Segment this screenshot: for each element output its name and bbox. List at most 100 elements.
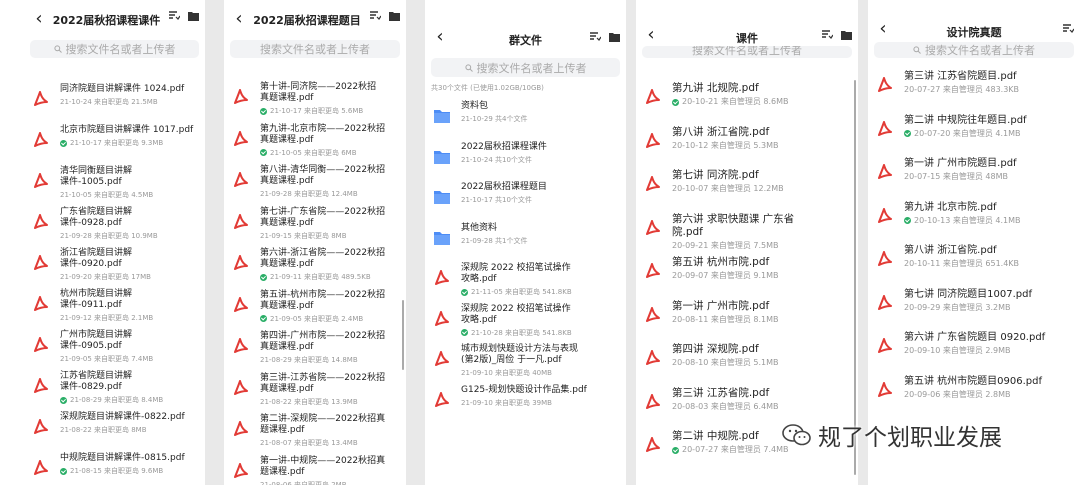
file-meta: 20-10-21 来自管理员 8.6MB [672,97,858,107]
file-row[interactable]: 第九讲-北京市院——2022秋招 真题课程.pdf 21-10-05 来自职更岛 … [224,124,406,158]
file-row[interactable]: 第十讲-同济院——2022秋招 真题课程.pdf 21-10-17 来自职更岛 5… [224,82,406,116]
folder-row[interactable]: 其他资料 21-09-28 共1个文件 [425,223,626,249]
file-name: 第四讲-广州市院——2022秋招 真题课程.pdf [260,331,386,352]
file-row[interactable]: 清华同衡题目讲解 课件-1005.pdf 21-10-05 来自职更岛 4.5MB [24,166,205,200]
file-meta-text: 21-08-29 来自职更岛 14.8MB [260,356,358,364]
file-row[interactable]: G125-规划快题设计作品集.pdf 21-09-10 来自职更岛 39MB [425,385,626,411]
file-meta-text: 20-09-21 来自管理员 7.5MB [672,240,779,250]
file-row[interactable]: 中规院题目讲解课件-0815.pdf 21-08-15 来自职更岛 9.6MB [24,453,205,479]
sort-icon[interactable] [1062,24,1074,34]
file-row[interactable]: 第六讲-浙江省院——2022秋招 真题课程.pdf 21-09-11 来自职更岛 … [224,248,406,282]
folder-icon[interactable] [188,11,199,21]
file-row[interactable]: 第三讲 江苏省院题目.pdf 20-07-27 来自管理员 483.3KB [868,70,1080,96]
search-input[interactable]: 搜索文件名或者上传者 [431,58,620,77]
scrollbar[interactable] [854,80,856,475]
file-row[interactable]: 第五讲-杭州市院——2022秋招 真题课程.pdf 21-09-05 来自职更岛 … [224,290,406,324]
file-meta-text: 21-09-28 来自职更岛 10.9MB [60,232,158,240]
file-row[interactable]: 深规院题目讲解课件-0822.pdf 21-08-22 来自职更岛 8MB [24,412,205,438]
file-text: 广州市院题目讲解 课件-0905.pdf 21-09-05 来自职更岛 7.4MB [60,330,205,364]
file-row[interactable]: 第四讲-广州市院——2022秋招 真题课程.pdf 21-08-29 来自职更岛 … [224,331,406,365]
file-meta: 21-09-15 来自职更岛 8MB [260,231,406,241]
file-meta-text: 21-08-06 来自职更岛 2MB [260,480,347,485]
file-row[interactable]: 第九讲 北京市院.pdf 20-10-13 来自管理员 4.1MB [868,201,1080,227]
file-row[interactable]: 第六讲 求职快题课 广东省 院.pdf 20-09-21 来自管理员 7.5MB [636,213,858,251]
file-row[interactable]: 第八讲 浙江省院.pdf 20-10-12 来自管理员 5.3MB [636,126,858,152]
file-meta: 20-09-06 来自管理员 2.8MB [904,390,1080,400]
file-row[interactable]: 第二讲 中规院往年题目.pdf 20-07-20 来自管理员 4.1MB [868,114,1080,140]
folder-icon[interactable] [389,11,400,21]
file-meta-text: 20-08-10 来自管理员 5.1MB [672,358,779,367]
file-type-icon [30,211,52,233]
header-actions [1062,24,1074,34]
file-row[interactable]: 第一讲 广州市院题目.pdf 20-07-15 来自管理员 48MB [868,157,1080,183]
file-meta-text: 20-07-15 来自管理员 48MB [904,172,1008,181]
file-row[interactable]: 江苏省院题目讲解 课件-0829.pdf 21-08-29 来自职更岛 8.4MB [24,371,205,405]
file-row[interactable]: 深规院 2022 校招笔试操作 攻略.pdf 21-11-05 来自职更岛 541… [425,263,626,297]
file-row[interactable]: 第四讲 深规院.pdf 20-08-10 来自管理员 5.1MB [636,343,858,369]
file-text: 第九讲 北京市院.pdf 20-10-13 来自管理员 4.1MB [904,201,1080,226]
search-input[interactable]: 搜索文件名或者上传者 [30,40,199,58]
scrollbar[interactable] [402,300,404,370]
search-input[interactable]: 搜索文件名或者上传者 [642,46,852,58]
file-row[interactable]: 第六讲 广东省院题目 0920.pdf 20-09-10 来自管理员 2.9MB [868,331,1080,357]
file-row[interactable]: 第一讲 广州市院.pdf 20-08-11 来自管理员 8.1MB [636,300,858,326]
file-row[interactable]: 第三讲-江苏省院——2022秋招 真题课程.pdf 21-08-22 来自职更岛 … [224,373,406,407]
file-name: 广东省院题目讲解 课件-0928.pdf [60,207,133,228]
file-meta: 21-10-24 共10个文件 [461,155,626,165]
pdf-icon [646,393,660,409]
search-input[interactable]: 搜索文件名或者上传者 [230,40,400,58]
file-text: 第六讲 求职快题课 广东省 院.pdf 20-09-21 来自管理员 7.5MB [672,213,858,251]
file-type-icon [431,308,453,330]
file-row[interactable]: 第五讲 杭州市院.pdf 20-09-07 来自管理员 9.1MB [636,256,858,282]
folder-row[interactable]: 2022届秋招课程课件 21-10-24 共10个文件 [425,142,626,168]
file-type-icon [874,335,896,357]
folder-row[interactable]: 资料包 21-10-29 共4个文件 [425,101,626,127]
downloaded-check-icon [60,139,67,147]
pdf-icon [646,132,660,148]
sort-icon[interactable] [821,30,833,40]
file-row[interactable]: 第八讲 浙江省院.pdf 20-10-11 来自管理员 651.4KB [868,244,1080,270]
file-row[interactable]: 第九讲 北规院.pdf 20-10-21 来自管理员 8.6MB [636,82,858,108]
folder-row[interactable]: 2022届秋招课程题目 21-10-17 共10个文件 [425,182,626,208]
file-meta: 21-09-11 来自职更岛 489.5KB [260,272,406,282]
file-row[interactable]: 深规院 2022 校招笔试操作 攻略.pdf 21-10-28 来自职更岛 541… [425,304,626,338]
file-meta-text: 21-08-15 来自职更岛 9.6MB [70,467,164,475]
file-row[interactable]: 杭州市院题目讲解 课件-0911.pdf 21-09-12 来自职更岛 2.1MB [24,289,205,323]
search-input[interactable]: 搜索文件名或者上传者 [874,42,1074,58]
file-row[interactable]: 广东省院题目讲解 课件-0928.pdf 21-09-28 来自职更岛 10.9M… [24,207,205,241]
file-type-icon [642,304,664,326]
file-meta-text: 20-07-27 来自管理员 483.3KB [904,85,1020,94]
file-row[interactable]: 浙江省院题目讲解 课件-0920.pdf 21-09-20 来自职更岛 17MB [24,248,205,282]
pdf-icon [34,296,48,311]
file-name: 第四讲 深规院.pdf [672,343,759,355]
file-meta-text: 21-09-15 来自职更岛 8MB [260,231,347,240]
file-row[interactable]: 北京市院题目讲解课件 1017.pdf 21-10-17 来自职更岛 9.3MB [24,125,205,151]
folder-icon[interactable] [841,30,852,40]
file-type-icon [230,335,252,357]
sort-icon[interactable] [589,32,601,42]
folder-icon[interactable] [609,32,620,42]
file-row[interactable]: 广州市院题目讲解 课件-0905.pdf 21-09-05 来自职更岛 7.4MB [24,330,205,364]
file-type-icon [431,186,453,208]
file-row[interactable]: 第五讲 杭州市院题目0906.pdf 20-09-06 来自管理员 2.8MB [868,375,1080,401]
file-row[interactable]: 第二讲-深规院——2022秋招真 题课程.pdf 21-08-07 来自职更岛 1… [224,414,406,448]
file-row[interactable]: 第七讲 同济院.pdf 20-10-07 来自管理员 12.2MB [636,169,858,195]
file-text: 北京市院题目讲解课件 1017.pdf 21-10-17 来自职更岛 9.3MB [60,125,205,148]
file-row[interactable]: 第八讲-清华同衡——2022秋招 真题课程.pdf 21-09-28 来自职更岛 … [224,165,406,199]
sort-icon[interactable] [168,11,180,21]
file-row[interactable]: 城市规划快题设计方法与表现 (第2版)_周俭 于一凡.pdf 21-09-10 来… [425,344,626,378]
file-text: 第三讲-江苏省院——2022秋招 真题课程.pdf 21-08-22 来自职更岛 … [260,373,406,407]
file-row[interactable]: 第七讲 同济院题目1007.pdf 20-09-29 来自管理员 3.2MB [868,288,1080,314]
file-row[interactable]: 第一讲-中规院——2022秋招真 题课程.pdf 21-08-06 来自职更岛 2… [224,456,406,485]
file-row[interactable]: 同济院题目讲解课件 1024.pdf 21-10-24 来自职更岛 21.5MB [24,84,205,110]
file-meta-text: 21-10-05 来自职更岛 4.5MB [60,191,154,199]
file-type-icon [230,418,252,440]
downloaded-check-icon [260,315,267,322]
file-name: 第七讲 同济院题目1007.pdf [904,288,1033,300]
sort-icon[interactable] [369,11,381,21]
file-row[interactable]: 第三讲 江苏省院.pdf 20-08-03 来自管理员 6.4MB [636,387,858,413]
file-row[interactable]: 第七讲-广东省院——2022秋招 真题课程.pdf 21-09-15 来自职更岛 … [224,207,406,241]
file-type-icon [230,169,252,191]
pdf-icon [646,263,660,278]
file-type-icon [642,434,664,456]
